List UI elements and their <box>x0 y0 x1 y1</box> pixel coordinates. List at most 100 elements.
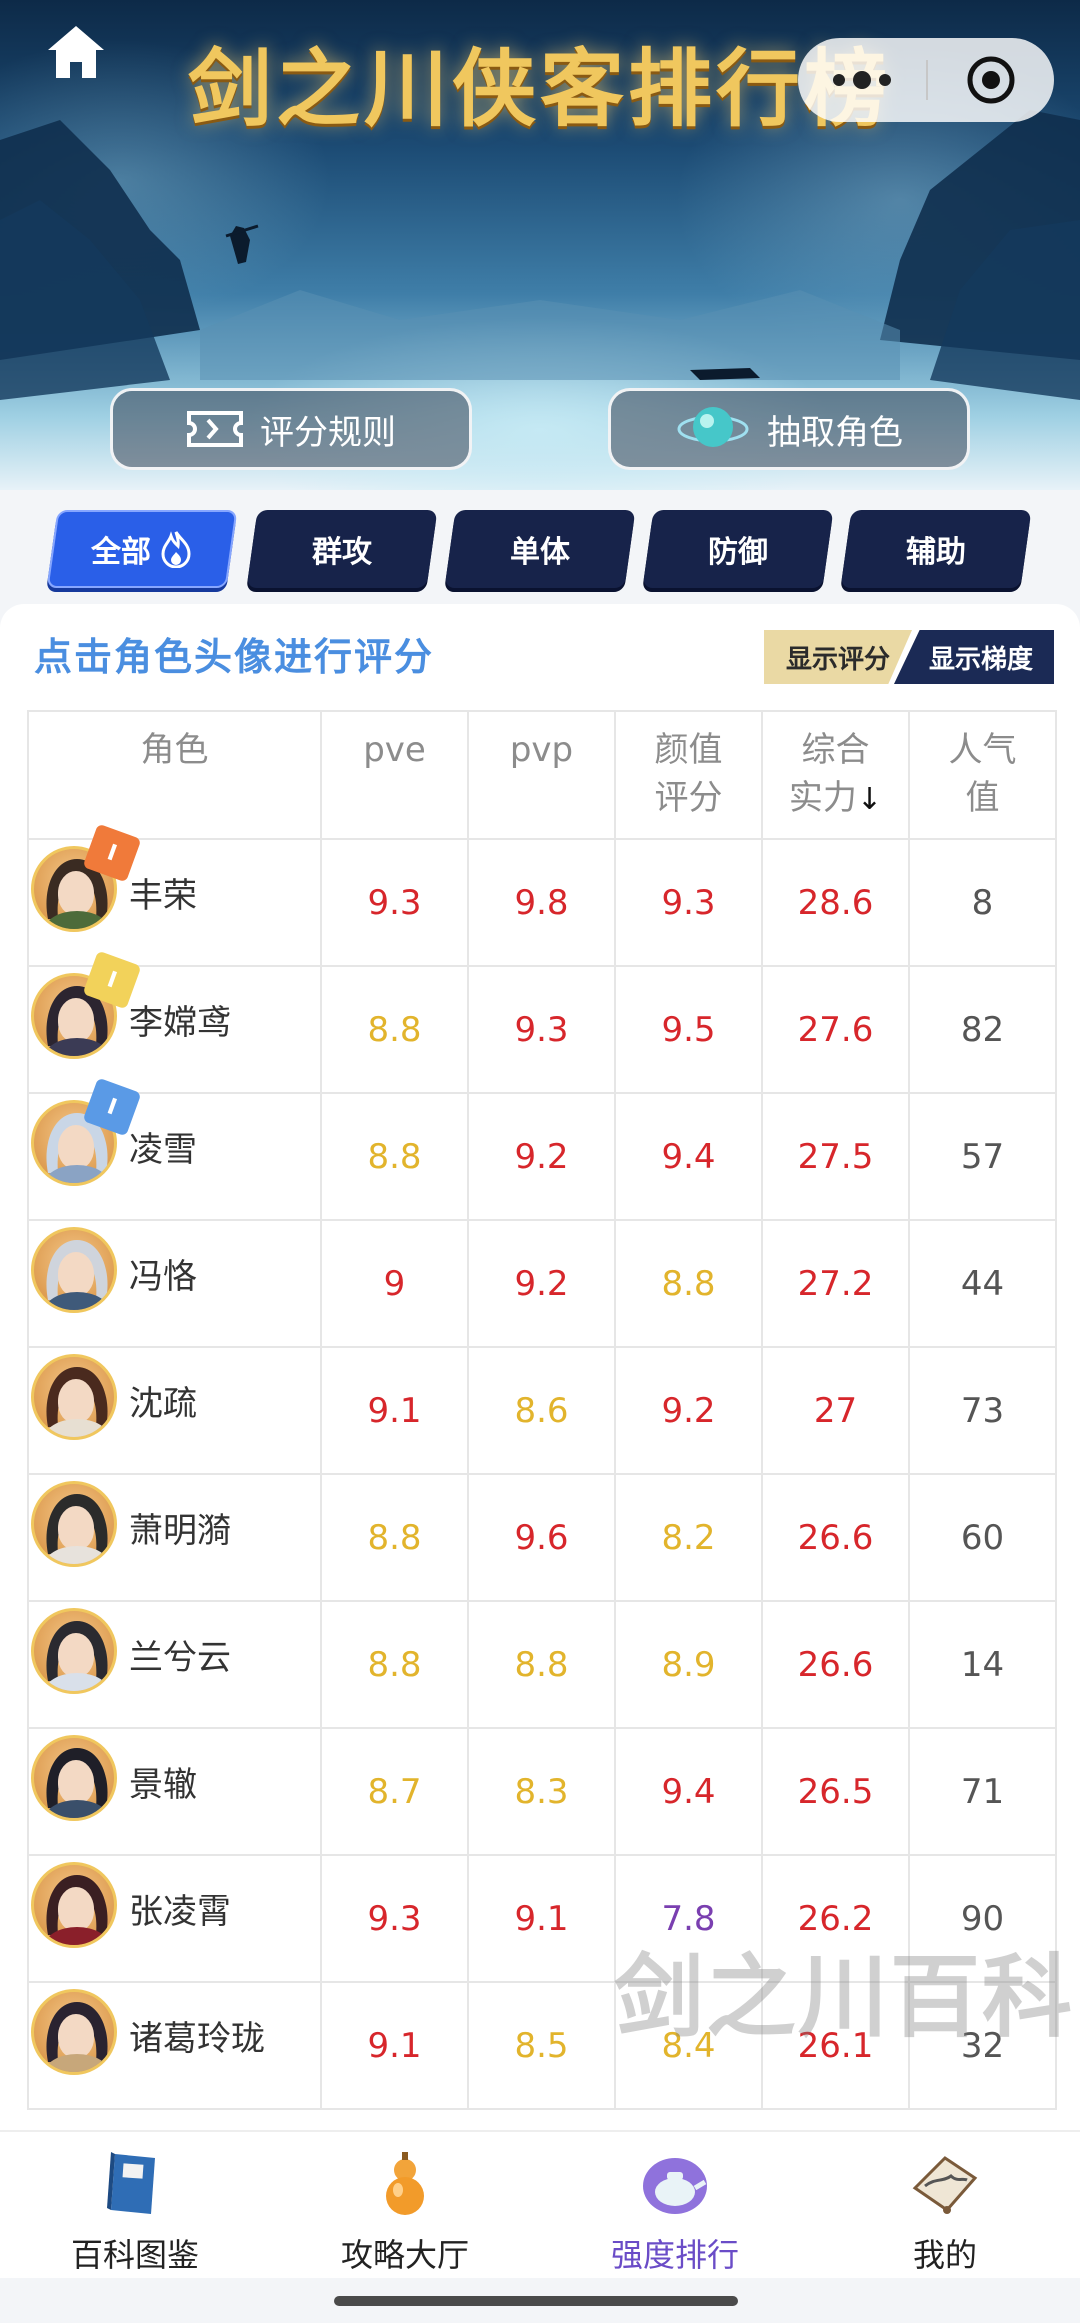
character-cell: I 凌雪 <box>27 1077 322 1221</box>
home-icon <box>48 26 104 78</box>
overall-score-cell: 26.6 <box>761 1600 910 1729</box>
pvp-score-cell: 9.8 <box>467 838 616 967</box>
popularity-score-cell: 32 <box>908 1981 1057 2110</box>
character-name[interactable]: 诸葛玲珑 <box>129 2011 265 2060</box>
character-avatar[interactable] <box>31 1608 117 1694</box>
looks-score-cell: 9.4 <box>614 1727 763 1856</box>
looks-score-cell: 8.2 <box>614 1473 763 1602</box>
looks-score-cell: 9.5 <box>614 965 763 1094</box>
close-mini-program-button[interactable] <box>928 38 1054 122</box>
table-row: I 凌雪 8.8 9.2 9.4 27.5 57 <box>27 1077 1057 1221</box>
tab-single[interactable]: 单体 <box>444 510 636 588</box>
character-avatar[interactable] <box>31 1354 117 1440</box>
table-row: 景辙 8.7 8.3 9.4 26.5 71 <box>27 1727 1057 1856</box>
tab-label: 单体 <box>510 535 570 570</box>
pvp-score-cell: 9.2 <box>467 1092 616 1221</box>
nav-encyclopedia[interactable]: 百科图鉴 <box>0 2132 270 2280</box>
header-popularity[interactable]: 人气值 <box>908 710 1057 840</box>
show-score-button[interactable]: 显示评分 <box>764 630 912 684</box>
nav-profile[interactable]: 我的 <box>810 2132 1080 2280</box>
banner-title: 剑之川侠客排行榜 <box>187 39 892 138</box>
character-name[interactable]: 凌雪 <box>129 1122 197 1171</box>
tab-label: 防御 <box>708 535 768 570</box>
pve-score-cell: 9.3 <box>320 1854 469 1983</box>
looks-score-cell: 9.2 <box>614 1346 763 1475</box>
pve-score-cell: 8.8 <box>320 1092 469 1221</box>
looks-score-cell: 9.3 <box>614 838 763 967</box>
character-cell: I 丰荣 <box>27 823 322 967</box>
pvp-score-cell: 9.2 <box>467 1219 616 1348</box>
character-avatar[interactable] <box>31 1862 117 1948</box>
character-avatar[interactable] <box>31 1227 117 1313</box>
character-name[interactable]: 兰兮云 <box>129 1630 231 1679</box>
tab-label: 群攻 <box>312 535 372 570</box>
home-button[interactable] <box>44 22 108 82</box>
character-cell: 景辙 <box>27 1727 322 1856</box>
nav-rankings[interactable]: 强度排行 <box>540 2132 810 2280</box>
ranking-table: 角色 pve pvp 颜值 评分 综合 实力↓ 人气值 I 丰荣 9.3 9.8 9.3 28… <box>27 710 1057 2110</box>
popularity-score-cell: 60 <box>908 1473 1057 1602</box>
header-pvp[interactable]: pvp <box>467 710 616 840</box>
header-banner: 剑之川侠客排行榜 评分规则 抽取角色 <box>0 0 1080 490</box>
sort-desc-icon: ↓ <box>856 782 883 817</box>
orb-icon <box>677 407 749 447</box>
more-options-button[interactable] <box>798 38 926 122</box>
character-cell: 萧明漪 <box>27 1473 322 1602</box>
overall-score-cell: 26.5 <box>761 1727 910 1856</box>
character-cell: 沈疏 <box>27 1346 322 1475</box>
overall-score-cell: 26.1 <box>761 1981 910 2110</box>
table-row: 萧明漪 8.8 9.6 8.2 26.6 60 <box>27 1473 1057 1602</box>
table-row: I 李嫦鸢 8.8 9.3 9.5 27.6 82 <box>27 950 1057 1094</box>
popularity-score-cell: 73 <box>908 1346 1057 1475</box>
character-avatar[interactable] <box>31 1735 117 1821</box>
pve-score-cell: 9.3 <box>320 838 469 967</box>
character-cell: 兰兮云 <box>27 1600 322 1729</box>
ranking-card: 点击角色头像进行评分 显示评分 显示梯度 角色 pve pvp 颜值 评分 综合实… <box>0 604 1080 2134</box>
character-name[interactable]: 冯恪 <box>129 1249 197 1298</box>
character-cell: 冯恪 <box>27 1219 322 1348</box>
character-name[interactable]: 李嫦鸢 <box>129 995 231 1044</box>
popularity-score-cell: 14 <box>908 1600 1057 1729</box>
show-tier-button[interactable]: 显示梯度 <box>894 630 1054 684</box>
table-row: I 丰荣 9.3 9.8 9.3 28.6 8 <box>27 823 1057 967</box>
nav-guides[interactable]: 攻略大厅 <box>270 2132 540 2280</box>
character-name[interactable]: 张凌霄 <box>129 1884 231 1933</box>
nav-label: 百科图鉴 <box>70 2236 199 2274</box>
rating-rules-button[interactable]: 评分规则 <box>110 388 472 470</box>
fan-icon <box>912 2156 978 2214</box>
popularity-score-cell: 44 <box>908 1219 1057 1348</box>
pve-score-cell: 9.1 <box>320 1346 469 1475</box>
character-name[interactable]: 景辙 <box>129 1757 197 1806</box>
looks-score-cell: 9.4 <box>614 1092 763 1221</box>
tab-defense[interactable]: 防御 <box>642 510 834 588</box>
overall-score-cell: 27.2 <box>761 1219 910 1348</box>
overall-score-cell: 28.6 <box>761 838 910 967</box>
category-tabs: 全部 群攻 单体 防御 辅助 <box>0 510 1080 590</box>
overall-score-cell: 27 <box>761 1346 910 1475</box>
table-row: 冯恪 9 9.2 8.8 27.2 44 <box>27 1219 1057 1348</box>
character-avatar[interactable] <box>31 1989 117 2075</box>
draw-character-button[interactable]: 抽取角色 <box>608 388 970 470</box>
pve-score-cell: 9.1 <box>320 1981 469 2110</box>
header-pve[interactable]: pve <box>320 710 469 840</box>
nav-label: 我的 <box>912 2236 977 2274</box>
table-row: 张凌霄 9.3 9.1 7.8 26.2 90 <box>27 1854 1057 1983</box>
tab-all[interactable]: 全部 <box>46 510 238 588</box>
pve-score-cell: 8.8 <box>320 965 469 1094</box>
header-overall[interactable]: 综合 实力↓ <box>761 710 910 840</box>
pvp-score-cell: 9.6 <box>467 1473 616 1602</box>
character-name[interactable]: 沈疏 <box>129 1376 197 1425</box>
pvp-score-cell: 8.5 <box>467 1981 616 2110</box>
tab-label: 全部 <box>91 535 151 570</box>
table-row: 诸葛玲珑 9.1 8.5 8.4 26.1 32 <box>27 1981 1057 2110</box>
tab-support[interactable]: 辅助 <box>840 510 1032 588</box>
tab-aoe[interactable]: 群攻 <box>246 510 438 588</box>
character-name[interactable]: 丰荣 <box>129 868 197 917</box>
nav-label: 攻略大厅 <box>340 2236 469 2274</box>
popularity-score-cell: 8 <box>908 838 1057 967</box>
mini-program-capsule <box>798 38 1054 122</box>
character-avatar[interactable] <box>31 1481 117 1567</box>
header-looks[interactable]: 颜值 评分 <box>614 710 763 840</box>
character-name[interactable]: 萧明漪 <box>129 1503 231 1552</box>
overall-score-cell: 27.5 <box>761 1092 910 1221</box>
